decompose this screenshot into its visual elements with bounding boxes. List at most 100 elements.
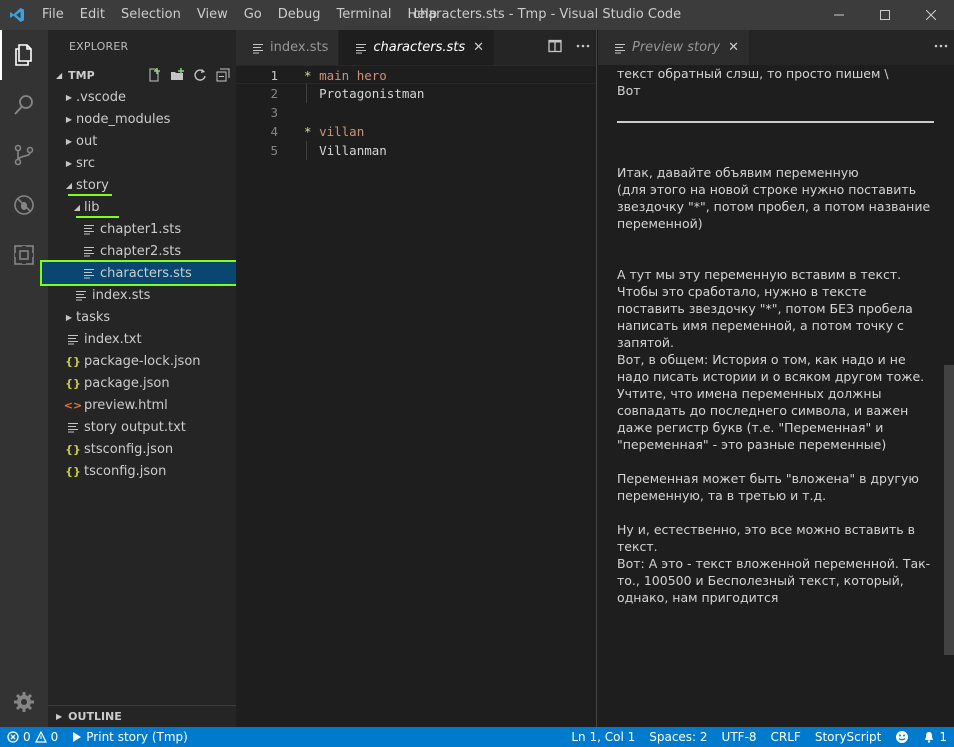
encoding[interactable]: UTF-8: [715, 730, 764, 744]
menu-debug[interactable]: Debug: [270, 0, 329, 30]
close-tab-icon[interactable]: ✕: [728, 40, 739, 55]
indentation[interactable]: Spaces: 2: [642, 730, 714, 744]
tree-file-characters-sts[interactable]: characters.sts: [40, 260, 244, 286]
extensions-button[interactable]: [0, 230, 48, 280]
error-icon: [7, 731, 19, 743]
tree-file-package-json[interactable]: {} package.json: [48, 372, 236, 394]
refresh-button[interactable]: [193, 68, 207, 82]
tree-file-index-sts[interactable]: index.sts: [48, 284, 236, 306]
task-label: Print story (Tmp): [86, 730, 188, 744]
play-icon: [73, 732, 82, 742]
preview-paragraph: Ну и, естественно, это все можно вставит…: [617, 522, 931, 605]
collapse-all-button[interactable]: [216, 68, 230, 82]
tree-file-chapter1-sts[interactable]: chapter1.sts: [48, 218, 236, 240]
close-tab-icon[interactable]: ✕: [473, 40, 484, 55]
menu-terminal[interactable]: Terminal: [329, 0, 400, 30]
line-text: * villan: [278, 122, 364, 141]
close-window-button[interactable]: [908, 0, 954, 30]
menu-selection[interactable]: Selection: [113, 0, 189, 30]
tree-file-chapter2-sts[interactable]: chapter2.sts: [48, 240, 236, 262]
menu-edit[interactable]: Edit: [72, 0, 113, 30]
more-actions-button[interactable]: [934, 39, 948, 57]
tree-folder-src[interactable]: ▶ src: [48, 152, 236, 174]
problems-indicator[interactable]: 0 0: [0, 730, 65, 744]
tree-file-package-lock-json[interactable]: {} package-lock.json: [48, 350, 236, 372]
folder-actions: [147, 64, 230, 86]
code-line[interactable]: 3: [236, 103, 596, 122]
code-line[interactable]: 2 Protagonistman: [236, 84, 596, 103]
vscode-logo-icon: [0, 0, 34, 30]
code-editor[interactable]: 1 * main hero 2 Protagonistman 3 4 * villan 5 …: [236, 65, 596, 160]
menu-file[interactable]: File: [34, 0, 72, 30]
story-preview[interactable]: текст обратный слэш, то просто пишем \ В…: [598, 65, 954, 727]
warning-icon: [34, 731, 47, 743]
new-folder-button[interactable]: [170, 68, 184, 82]
tree-folder-out[interactable]: ▶ out: [48, 130, 236, 152]
run-task-button[interactable]: Print story (Tmp): [65, 730, 195, 744]
tree-item-label: story: [76, 177, 109, 193]
manage-button[interactable]: [0, 677, 48, 727]
minimize-button[interactable]: [816, 0, 862, 30]
tree-item-label: preview.html: [84, 397, 168, 413]
feedback-button[interactable]: [888, 730, 916, 744]
source-control-button[interactable]: [0, 130, 48, 180]
cursor-position[interactable]: Ln 1, Col 1: [564, 730, 642, 744]
menu-view[interactable]: View: [189, 0, 236, 30]
language-mode[interactable]: StoryScript: [808, 730, 889, 744]
tree-file-index-txt[interactable]: index.txt: [48, 328, 236, 350]
code-line[interactable]: 4 * villan: [236, 122, 596, 141]
line-text: * main hero: [278, 66, 387, 83]
bell-icon: [925, 732, 934, 743]
file-tree: ▶ .vscode ▶ node_modules ▶ out ▶ src ◢ story ◢ lib c…: [40, 86, 244, 482]
tree-file-preview-html[interactable]: <> preview.html: [48, 394, 236, 416]
file-lines-icon: [82, 222, 96, 236]
tab-characters-sts[interactable]: characters.sts ✕: [339, 30, 496, 65]
line-text: Protagonistman: [278, 84, 424, 103]
workspace-folder-header[interactable]: ◢ TMP: [48, 64, 236, 86]
extensions-icon: [14, 245, 34, 265]
tree-folder-vscode[interactable]: ▶ .vscode: [48, 86, 236, 108]
new-folder-icon: [171, 68, 184, 80]
json-file-icon: {}: [65, 376, 81, 390]
chevron-right-icon: ▶: [65, 158, 73, 168]
tree-folder-lib[interactable]: ◢ lib: [48, 196, 236, 218]
debug-button[interactable]: [0, 180, 48, 230]
json-file-icon: {}: [65, 354, 81, 368]
explorer-button[interactable]: [0, 30, 48, 80]
menu-go[interactable]: Go: [236, 0, 270, 30]
maximize-button[interactable]: [862, 0, 908, 30]
tree-folder-story[interactable]: ◢ story: [48, 174, 236, 196]
explorer-sidebar: EXPLORER ◢ TMP ▶ .vscode ▶ node_modules ▶ out…: [40, 30, 244, 727]
tree-item-label: index.txt: [84, 331, 142, 347]
indent-guide: [306, 84, 307, 103]
code-line[interactable]: 1 * main hero: [236, 65, 596, 84]
variable-name: villan: [319, 124, 365, 139]
menu-bar: File Edit Selection View Go Debug Terminal Help: [34, 0, 445, 30]
tree-folder-tasks[interactable]: ▶ tasks: [48, 306, 236, 328]
end-of-line[interactable]: CRLF: [764, 730, 808, 744]
tree-item-label: tasks: [76, 309, 111, 325]
tree-folder-node-modules[interactable]: ▶ node_modules: [48, 108, 236, 130]
tab-index-sts[interactable]: index.sts: [236, 30, 340, 65]
menu-help[interactable]: Help: [399, 0, 445, 30]
tab-preview-story[interactable]: Preview story ✕: [598, 30, 751, 65]
preview-scrollbar-thumb[interactable]: [944, 365, 954, 655]
status-bar: 0 0 Print story (Tmp) Ln 1, Col 1 Spaces…: [0, 727, 954, 747]
tree-file-story-output-txt[interactable]: story output.txt: [48, 416, 236, 438]
split-editor-button[interactable]: [548, 39, 562, 57]
tree-file-stsconfig-json[interactable]: {} stsconfig.json: [48, 438, 236, 460]
search-button[interactable]: [0, 80, 48, 130]
more-actions-button[interactable]: [576, 39, 590, 57]
tree-item-label: story output.txt: [84, 419, 186, 435]
refresh-icon: [194, 69, 206, 81]
outline-section-header[interactable]: ▶ OUTLINE: [48, 705, 236, 727]
tree-file-tsconfig-json[interactable]: {} tsconfig.json: [48, 460, 236, 482]
line-number: 3: [270, 105, 278, 120]
variable-value: Villanman: [319, 143, 387, 158]
notifications-button[interactable]: 1: [916, 730, 954, 744]
file-lines-icon: [74, 288, 88, 302]
error-count: 0: [23, 730, 31, 744]
new-file-button[interactable]: [147, 68, 161, 82]
code-line[interactable]: 5 Villanman: [236, 141, 596, 160]
chevron-right-icon: ▶: [65, 136, 73, 146]
